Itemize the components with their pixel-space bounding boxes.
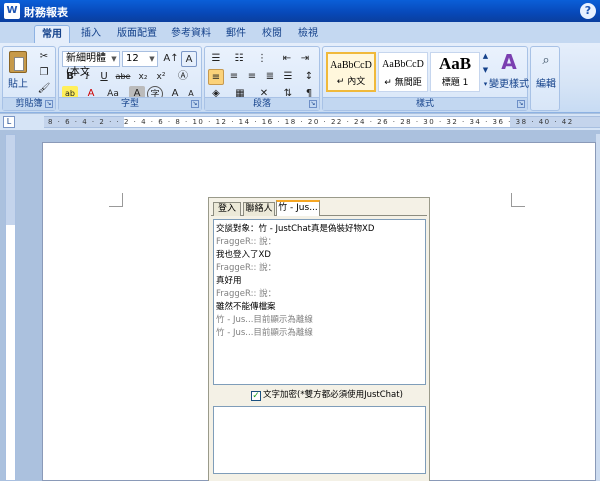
- styles-scroll-up-icon[interactable]: ▲: [481, 52, 490, 65]
- binoculars-icon[interactable]: ⌕: [537, 52, 555, 70]
- ruler-row: L 8 · 6 · 4 · 2 · · 2 · 4 · 6 · 8 · 10 ·…: [0, 114, 600, 130]
- message-input[interactable]: [213, 406, 426, 474]
- paste-icon[interactable]: [9, 51, 27, 73]
- align-left-icon[interactable]: ≡: [208, 69, 224, 85]
- tab-conversation[interactable]: 竹 - Jus...: [276, 200, 320, 216]
- tab-selector-icon[interactable]: L: [3, 116, 15, 128]
- strikethrough-button[interactable]: abe: [115, 69, 131, 85]
- system-line: FraggeR:: 說：: [216, 263, 277, 273]
- clear-format-icon[interactable]: Ⓐ: [175, 69, 191, 85]
- copy-icon[interactable]: ❐: [36, 65, 52, 81]
- char-border-icon[interactable]: A: [181, 51, 197, 67]
- style-sample: AaB: [438, 54, 472, 73]
- tab-home[interactable]: 常用: [34, 25, 70, 43]
- bullets-icon[interactable]: ☰: [208, 51, 224, 67]
- paragraph-group: ☰ ☷ ⋮ ⇤ ⇥ ≡ ≡ ≡ ≣ ☰ ↕ ◈ ▦ ✕ ⇅ ¶ 段落 ↘: [204, 46, 320, 111]
- style-no-spacing[interactable]: AaBbCcD ↵ 無間距: [378, 52, 428, 92]
- margin-corner-mark: [511, 193, 525, 207]
- tab-login[interactable]: 登入: [213, 202, 241, 216]
- italic-button[interactable]: I: [79, 69, 95, 85]
- document-page[interactable]: 登入 聯絡人 竹 - Jus... 交談對象：竹 - JustChat真是偽裝好…: [42, 142, 596, 481]
- vertical-ruler[interactable]: [5, 134, 16, 481]
- grow-font-icon[interactable]: A↑: [163, 51, 179, 67]
- style-normal[interactable]: AaBbCcD ↵ 內文: [326, 52, 376, 92]
- style-name: ↵ 內文: [336, 77, 366, 87]
- tab-references[interactable]: 參考資料: [166, 25, 216, 43]
- numbering-icon[interactable]: ☷: [231, 51, 247, 67]
- message-line: 交談對象：竹 - JustChat真是偽裝好物XD: [216, 224, 375, 234]
- style-heading-1[interactable]: AaB 標題 1: [430, 52, 480, 92]
- encrypt-checkbox-row[interactable]: ✓ 文字加密(*雙方都必須使用JustChat): [251, 389, 403, 401]
- ribbon-tab-row: 常用 插入 版面配置 參考資料 郵件 校閱 檢視: [0, 22, 600, 43]
- paragraph-launcher-icon[interactable]: ↘: [309, 100, 317, 108]
- message-history[interactable]: 交談對象：竹 - JustChat真是偽裝好物XD FraggeR:: 說： 我也登…: [213, 219, 426, 385]
- font-name-combo[interactable]: 新細明體 (本文 ▼: [62, 51, 120, 78]
- line-spacing-icon[interactable]: ↕: [301, 69, 317, 85]
- chat-tabs: 登入 聯絡人 竹 - Jus...: [211, 200, 427, 216]
- tab-page-layout[interactable]: 版面配置: [112, 25, 162, 43]
- system-line: 竹 - Jus...目前顯示為離線: [216, 315, 313, 325]
- chevron-down-icon[interactable]: ▼: [109, 52, 119, 66]
- tab-mailings[interactable]: 郵件: [220, 25, 252, 43]
- style-sample: AaBbCcD: [382, 59, 424, 70]
- vertical-scrollbar[interactable]: [596, 134, 600, 481]
- justify-icon[interactable]: ≣: [262, 69, 278, 85]
- clipboard-group: 貼上 ✂ ❐ 🖌 剪貼簿 ↘: [2, 46, 56, 111]
- message-line: 真好用: [216, 276, 242, 286]
- styles-group: AaBbCcD ↵ 內文 AaBbCcD ↵ 無間距 AaB 標題 1 ▲ ▼ …: [322, 46, 529, 111]
- system-line: 竹 - Jus...目前顯示為離線: [216, 328, 313, 338]
- subscript-button[interactable]: x₂: [135, 69, 151, 85]
- multilevel-list-icon[interactable]: ⋮: [254, 51, 270, 67]
- font-group-label: 字型: [59, 97, 201, 110]
- styles-launcher-icon[interactable]: ↘: [517, 100, 525, 108]
- decrease-indent-icon[interactable]: ⇤: [279, 51, 295, 67]
- horizontal-ruler[interactable]: 8 · 6 · 4 · 2 · · 2 · 4 · 6 · 8 · 10 · 1…: [44, 116, 600, 128]
- bold-button[interactable]: B: [62, 69, 78, 85]
- change-styles-button[interactable]: 變更樣式: [489, 75, 529, 90]
- message-line: 雖然不能傳檔案: [216, 302, 276, 312]
- change-styles-icon[interactable]: A: [497, 51, 521, 73]
- tab-insert[interactable]: 插入: [74, 25, 108, 43]
- font-size-combo[interactable]: 12 ▼: [122, 51, 158, 67]
- underline-button[interactable]: U: [96, 69, 112, 85]
- distributed-icon[interactable]: ☰: [280, 69, 296, 85]
- align-right-icon[interactable]: ≡: [244, 69, 260, 85]
- message-line: 我也登入了XD: [216, 250, 271, 260]
- editing-button[interactable]: 編輯: [531, 75, 561, 90]
- system-line: FraggeR:: 說：: [216, 289, 277, 299]
- margin-corner-mark: [109, 193, 123, 207]
- app-icon[interactable]: W: [4, 3, 20, 19]
- encrypt-label: 文字加密(*雙方都必須使用JustChat): [263, 390, 403, 400]
- style-sample: AaBbCcD: [330, 60, 372, 71]
- styles-group-label: 樣式: [323, 97, 527, 110]
- tab-view[interactable]: 檢視: [292, 25, 324, 43]
- font-launcher-icon[interactable]: ↘: [191, 100, 199, 108]
- style-name: ↵ 無間距: [384, 78, 422, 88]
- paragraph-group-label: 段落: [205, 97, 319, 110]
- increase-indent-icon[interactable]: ⇥: [297, 51, 313, 67]
- tab-review[interactable]: 校閱: [256, 25, 288, 43]
- window-title: 財務報表: [24, 6, 68, 19]
- font-size-value: 12: [126, 53, 139, 64]
- editing-group: ⌕ 編輯: [530, 46, 560, 111]
- chat-window: 登入 聯絡人 竹 - Jus... 交談對象：竹 - JustChat真是偽裝好…: [208, 197, 430, 481]
- cut-icon[interactable]: ✂: [36, 49, 52, 65]
- paste-button-label[interactable]: 貼上: [5, 75, 31, 90]
- title-bar: W 財務報表 ?: [0, 0, 600, 22]
- chevron-down-icon[interactable]: ▼: [147, 52, 157, 66]
- ribbon: 貼上 ✂ ❐ 🖌 剪貼簿 ↘ 新細明體 (本文 ▼ 12 ▼ A↑ A B I …: [0, 43, 600, 113]
- align-center-icon[interactable]: ≡: [226, 69, 242, 85]
- font-group: 新細明體 (本文 ▼ 12 ▼ A↑ A B I U abe x₂ x² Ⓐ a…: [58, 46, 202, 111]
- format-painter-icon[interactable]: 🖌: [36, 81, 52, 97]
- encrypt-checkbox[interactable]: ✓: [251, 391, 261, 401]
- clipboard-launcher-icon[interactable]: ↘: [45, 100, 53, 108]
- style-name: 標題 1: [441, 78, 469, 88]
- ruler-numbers: 8 · 6 · 4 · 2 · · 2 · 4 · 6 · 8 · 10 · 1…: [48, 118, 574, 126]
- system-line: FraggeR:: 說：: [216, 237, 277, 247]
- superscript-button[interactable]: x²: [153, 69, 169, 85]
- tab-contacts[interactable]: 聯絡人: [243, 202, 275, 216]
- help-button[interactable]: ?: [580, 3, 596, 19]
